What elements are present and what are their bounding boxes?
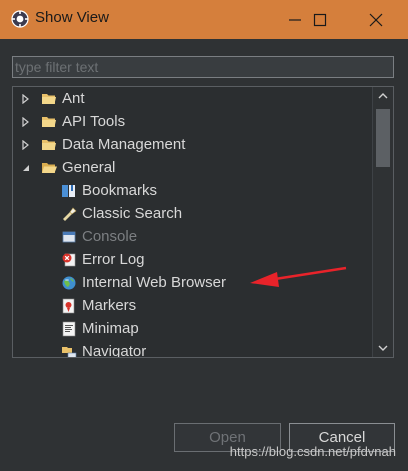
tree-item-label: Data Management	[62, 136, 186, 153]
globe-icon	[61, 275, 77, 291]
close-button[interactable]	[353, 0, 398, 39]
folder-icon	[41, 91, 57, 107]
tree-item-label: Console	[82, 228, 138, 245]
expand-arrow-icon[interactable]	[21, 139, 31, 150]
bookmarks-icon	[61, 183, 77, 199]
filter-field[interactable]	[12, 56, 394, 78]
tree-item-label: Internal Web Browser	[82, 274, 226, 291]
tree-item-api-tools[interactable]: API Tools	[21, 110, 125, 133]
minimap-icon	[61, 321, 77, 337]
scroll-down-button[interactable]	[373, 339, 393, 357]
title-bar: Show View	[0, 0, 408, 39]
tree-item-error-log[interactable]: Error Log	[61, 248, 145, 271]
tree-item-ant[interactable]: Ant	[21, 87, 85, 110]
tree-item-label: Error Log	[82, 251, 145, 268]
tree-item-label: Ant	[62, 90, 85, 107]
tree-item-internal-web-browser[interactable]: Internal Web Browser	[61, 271, 226, 294]
close-icon	[369, 13, 382, 26]
error-log-icon	[61, 252, 77, 268]
tree-item-bookmarks[interactable]: Bookmarks	[61, 179, 157, 202]
tree-item-data-management[interactable]: Data Management	[21, 133, 185, 156]
tree-scrollbar[interactable]	[372, 87, 393, 357]
filter-input[interactable]	[13, 57, 393, 77]
expand-arrow-icon[interactable]	[21, 93, 31, 104]
maximize-icon	[313, 13, 326, 26]
folder-open-icon	[41, 160, 57, 176]
maximize-button[interactable]	[297, 0, 342, 39]
tree-item-label: Classic Search	[82, 205, 183, 222]
folder-icon	[41, 137, 57, 153]
tree-item-label: API Tools	[62, 113, 126, 130]
tree-item-markers[interactable]: Markers	[61, 294, 136, 317]
tree-item-label: Minimap	[82, 320, 139, 337]
tree-item-general[interactable]: General	[21, 156, 115, 179]
view-tree[interactable]: Ant API Tools Data Management General Bo…	[12, 86, 394, 358]
search-flashlight-icon	[61, 206, 77, 222]
scroll-up-button[interactable]	[373, 87, 393, 105]
eclipse-gear-icon	[11, 10, 29, 28]
tree-item-console[interactable]: Console	[61, 225, 137, 248]
expand-arrow-icon[interactable]	[21, 116, 31, 127]
tree-item-label: Navigator	[82, 343, 147, 358]
tree-item-label: General	[62, 159, 116, 176]
tree-item-navigator[interactable]: Navigator	[61, 340, 147, 358]
chevron-down-icon	[378, 345, 388, 351]
console-icon	[61, 229, 77, 245]
tree-item-label: Bookmarks	[82, 182, 158, 199]
collapse-arrow-icon[interactable]	[21, 163, 31, 173]
folder-icon	[41, 114, 57, 130]
chevron-up-icon	[378, 93, 388, 99]
markers-icon	[61, 298, 77, 314]
watermark-text: https://blog.csdn.net/pfdvnah	[229, 444, 396, 459]
scroll-thumb[interactable]	[376, 109, 390, 167]
tree-item-label: Markers	[82, 297, 137, 314]
navigator-icon	[61, 344, 77, 357]
window-title: Show View	[35, 9, 109, 26]
tree-item-minimap[interactable]: Minimap	[61, 317, 139, 340]
tree-item-classic-search[interactable]: Classic Search	[61, 202, 182, 225]
